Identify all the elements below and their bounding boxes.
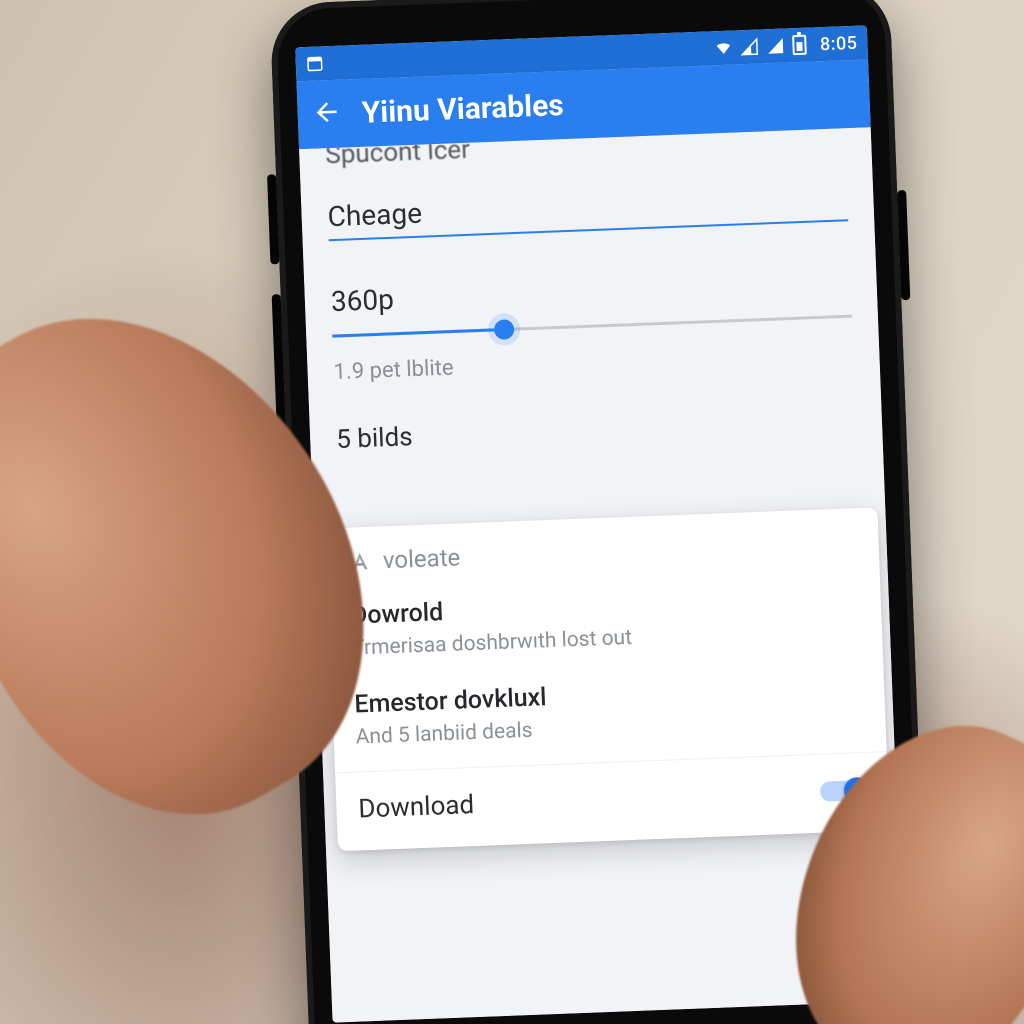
signal-icon [766,37,785,56]
slider-fill [332,328,504,338]
quality-slider-row: 360p 1.9 pet lblite [330,265,853,385]
photo-background: 8:05 Yiinu Viarables Spucont lcer Cheage… [0,0,1024,1024]
battery-icon [792,35,807,56]
phone-screen: 8:05 Yiinu Viarables Spucont lcer Cheage… [295,25,904,1022]
arrow-back-icon [311,97,342,128]
signal-icon [740,38,759,57]
font-icon [349,550,372,573]
phone-power-button [897,190,910,300]
settings-page[interactable]: Spucont lcer Cheage 360p 1.9 pet lblite … [299,127,904,1022]
section-label: 5 bilds [336,405,857,455]
slider-thumb[interactable] [493,319,514,340]
wifi-icon [714,39,733,58]
download-toggle-switch[interactable] [820,780,867,802]
download-toggle-row[interactable]: Download [335,751,890,851]
status-bar-clock: 8:05 [820,32,858,54]
text-field-row[interactable]: Cheage [327,180,848,241]
phone-body: 8:05 Yiinu Viarables Spucont lcer Cheage… [269,0,930,1024]
app-bar-title: Yiinu Viarables [361,88,564,131]
notification-calendar-icon [305,54,324,73]
quality-slider-caption: 1.9 pet lblite [333,340,854,385]
text-field-value[interactable]: Cheage [327,180,848,241]
download-toggle-label: Download [358,777,821,825]
card-header-label: voleate [382,543,460,574]
switch-knob [844,777,871,804]
actions-card: voleate Dowrold Trmerisaa doshbrwıth los… [326,507,890,851]
back-button[interactable] [311,97,342,132]
